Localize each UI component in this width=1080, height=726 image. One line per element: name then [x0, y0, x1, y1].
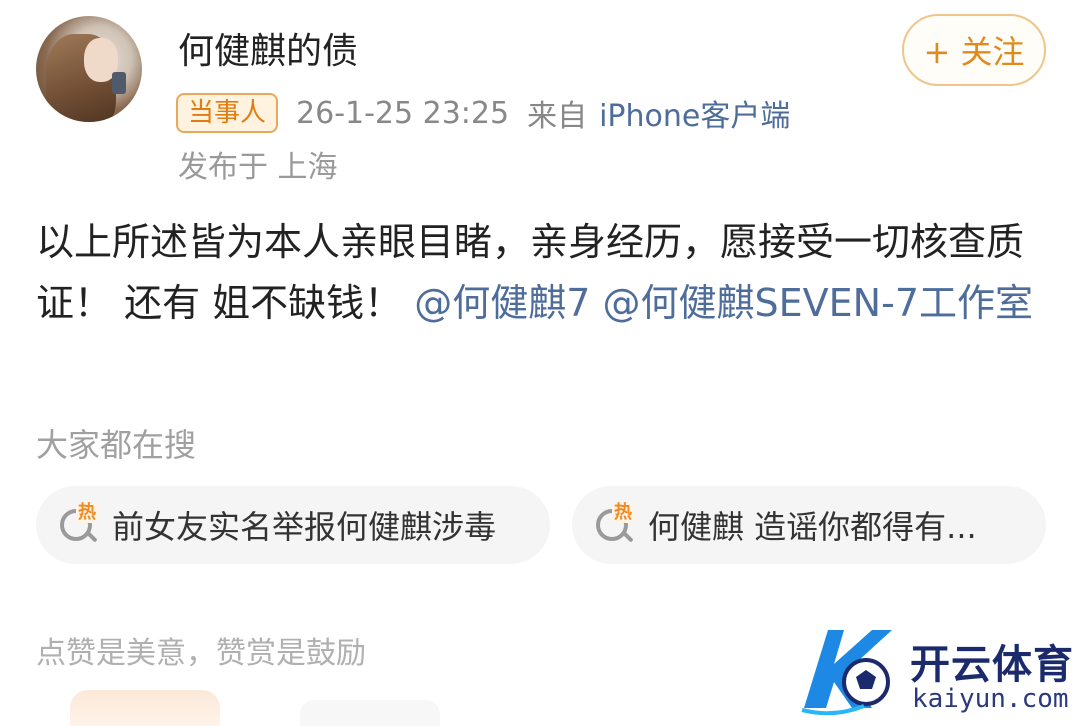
hot-tag: 热	[76, 502, 98, 523]
search-section-title: 大家都在搜	[36, 426, 197, 464]
hot-tag: 热	[612, 502, 634, 523]
reward-button-partial[interactable]	[70, 690, 220, 726]
from-label: 来自	[527, 99, 588, 134]
hot-search-icon: 热	[58, 503, 102, 547]
follow-button[interactable]: + 关注	[902, 14, 1046, 86]
post-location: 发布于 上海	[178, 150, 338, 185]
post-meta: 当事人 26-1-25 23:25 来自 iPhone客户端	[176, 92, 790, 134]
hot-search-chip[interactable]: 热 前女友实名举报何健麒涉毒	[36, 486, 550, 564]
mention-link[interactable]: @何健麒7	[414, 281, 590, 325]
avatar[interactable]	[36, 16, 142, 122]
watermark: 开云体育 kaiyun.com	[794, 620, 1073, 720]
avatar-phone	[112, 72, 126, 94]
follow-button-label: + 关注	[923, 33, 1025, 71]
hot-search-text: 前女友实名举报何健麒涉毒	[112, 508, 497, 546]
kaiyun-logo-icon	[801, 630, 892, 716]
hot-search-icon: 热	[594, 503, 638, 547]
post-body: 以上所述皆为本人亲眼目睹，亲身经历，愿接受一切核查质证！ 还有 姐不缺钱！ @何…	[36, 212, 1052, 334]
party-badge: 当事人	[176, 93, 279, 133]
post-time: 26-1-25 23:25	[296, 95, 510, 131]
action-partial	[300, 700, 440, 726]
hot-search-chip[interactable]: 热 何健麒 造谣你都得有...	[572, 486, 1046, 564]
device-link[interactable]: iPhone客户端	[599, 91, 790, 135]
watermark-url: kaiyun.com	[912, 684, 1069, 714]
username[interactable]: 何健麒的债	[178, 22, 358, 74]
hot-search-text: 何健麒 造谣你都得有...	[648, 508, 977, 546]
watermark-title: 开云体育	[910, 642, 1074, 688]
mention-link[interactable]: @何健麒SEVEN-7工作室	[603, 281, 1033, 325]
reward-hint: 点赞是美意，赞赏是鼓励	[36, 636, 366, 671]
